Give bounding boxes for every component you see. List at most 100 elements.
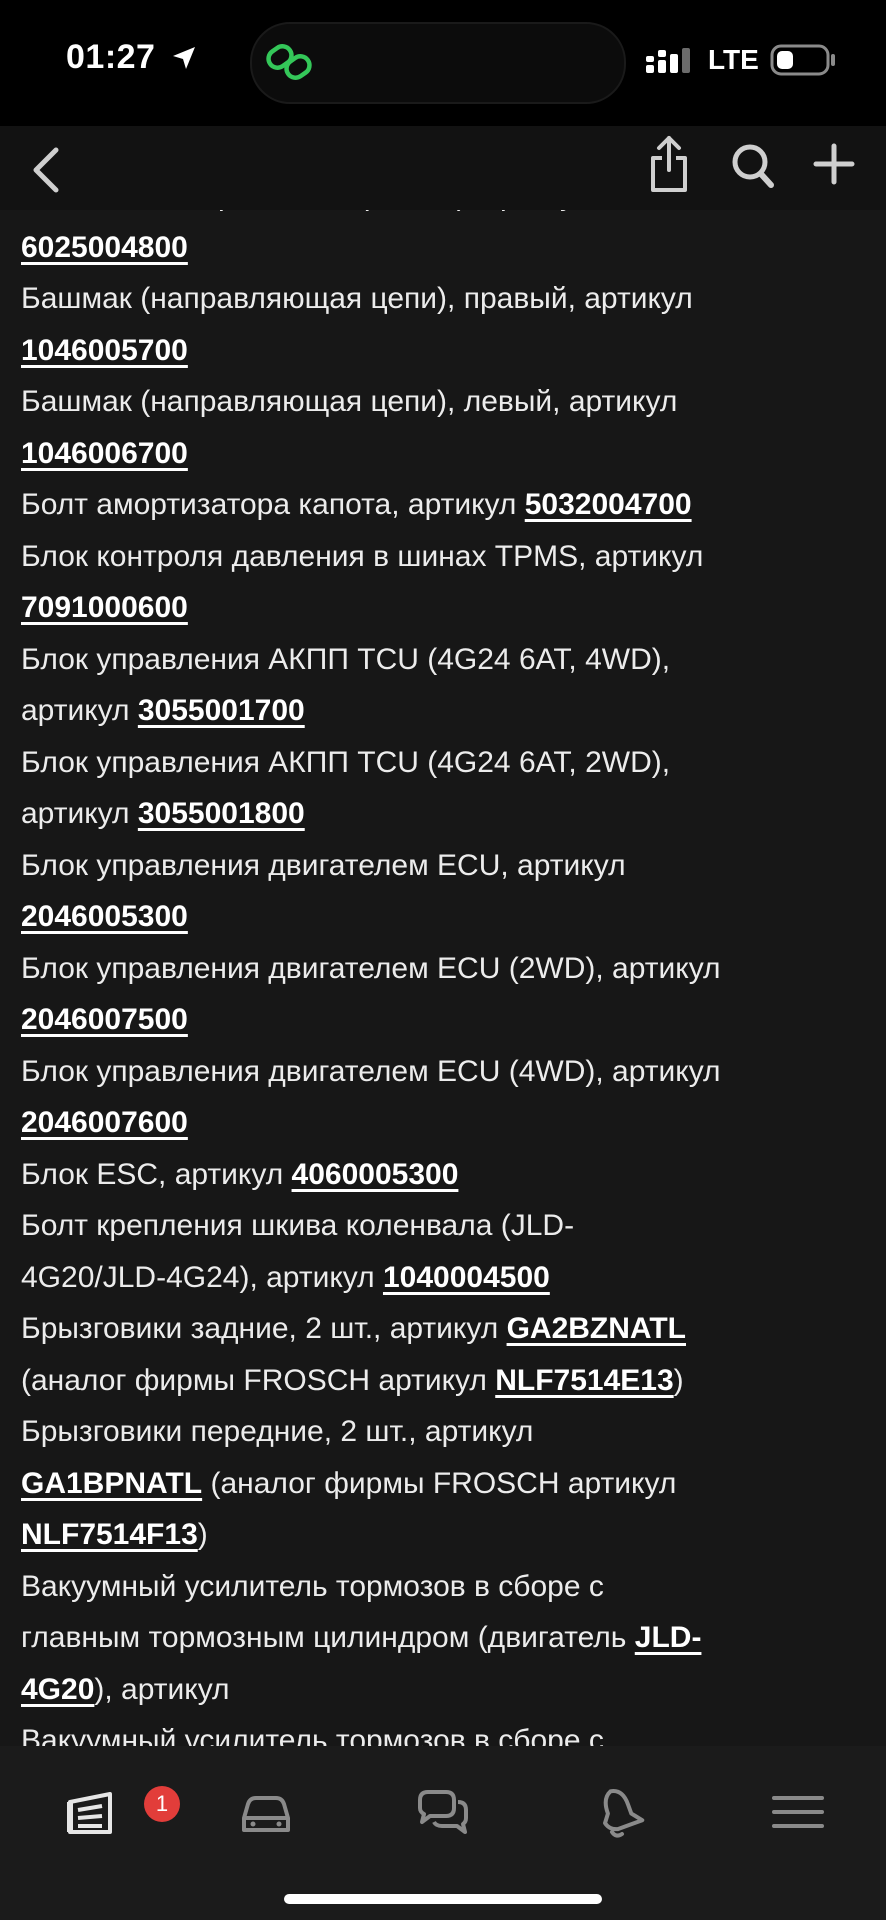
share-icon[interactable] <box>648 134 690 194</box>
text-line: 6025004800 <box>21 222 871 274</box>
text-line: NLF7514F13) <box>21 1509 871 1561</box>
tab-notifications[interactable] <box>568 1770 668 1860</box>
navigation-bar <box>0 126 886 210</box>
part-number-link[interactable]: GA1BPNATL <box>21 1467 202 1500</box>
text-line: артикул 3055001800 <box>21 788 871 840</box>
bell-icon <box>603 1789 645 1838</box>
part-description: Блок ESC, артикул <box>21 1157 292 1191</box>
part-number-link[interactable]: 1046005700 <box>21 334 188 367</box>
part-number-link[interactable]: 4060005300 <box>292 1158 459 1191</box>
text-line: Блок управления двигателем ECU, артикул <box>21 840 871 892</box>
text-line: омывателя, горловина, крышка), артикул <box>21 210 871 222</box>
part-description: ) <box>197 1518 208 1551</box>
link-rings-icon <box>266 44 312 80</box>
part-description: Болт крепления шкива коленвала (JLD- <box>21 1209 575 1242</box>
battery-icon <box>770 44 835 76</box>
part-description: ) <box>673 1363 684 1397</box>
part-description: Башмак (направляющая цепи), правый, арти… <box>21 282 693 315</box>
text-line: Башмак (направляющая цепи), левый, артик… <box>21 376 871 428</box>
part-description: (аналог фирмы FROSCH артикул <box>202 1466 677 1500</box>
text-line: 2046005300 <box>21 891 871 943</box>
text-line: 1046005700 <box>21 325 871 377</box>
part-description: Блок управления двигателем ECU, артикул <box>21 848 626 882</box>
part-number-link[interactable]: 2046007500 <box>21 1003 188 1036</box>
part-description: омывателя, горловина, крышка), артикул <box>21 210 592 212</box>
part-number-link[interactable]: 5032004700 <box>525 488 692 521</box>
cellular-signal-icon <box>646 48 690 73</box>
part-description: Блок управления двигателем ECU (2WD), ар… <box>21 951 721 985</box>
article-content: омывателя, горловина, крышка), артикул 60… <box>0 210 886 1746</box>
text-line: 2046007600 <box>21 1097 871 1149</box>
part-number-link[interactable]: 2046005300 <box>21 900 188 933</box>
text-line: главным тормозным цилиндром (двигатель J… <box>21 1612 871 1664</box>
part-description: ), артикул <box>94 1672 230 1706</box>
text-line: 1046006700 <box>21 428 871 480</box>
text-line: Башмак (направляющая цепи), правый, арти… <box>21 273 871 325</box>
text-line: Блок ESC, артикул 4060005300 <box>21 1149 871 1201</box>
text-line: Блок управления двигателем ECU (2WD), ар… <box>21 943 871 995</box>
part-description: Брызговики задние, 2 шт., артикул <box>21 1312 507 1345</box>
text-line: Блок управления двигателем ECU (4WD), ар… <box>21 1046 871 1098</box>
part-number-link[interactable]: 1040004500 <box>383 1261 550 1294</box>
part-description: Блок управления АКПП TCU (4G24 6AT, 4WD)… <box>21 642 671 676</box>
part-number-link[interactable]: 7091000600 <box>21 591 188 624</box>
text-line: Блок управления АКПП TCU (4G24 6AT, 4WD)… <box>21 634 871 686</box>
add-icon[interactable] <box>812 142 856 186</box>
status-time: 01:27 <box>66 38 156 76</box>
part-description: Вакуумный усилитель тормозов в сборе с <box>21 1724 604 1746</box>
text-line: Вакуумный усилитель тормозов в сборе с <box>21 1561 871 1613</box>
chat-icon <box>418 1790 468 1834</box>
part-number-link[interactable]: JLD- <box>635 1621 702 1654</box>
parts-list: омывателя, горловина, крышка), артикул 60… <box>21 210 871 1746</box>
home-indicator <box>284 1894 602 1904</box>
part-description: Вакуумный усилитель тормозов в сборе с <box>21 1569 604 1603</box>
part-number-link[interactable]: 4G20 <box>21 1673 94 1706</box>
tab-menu[interactable] <box>748 1770 848 1860</box>
text-line: Брызговики задние, 2 шт., артикул GA2BZN… <box>21 1303 871 1355</box>
text-line: Брызговики передние, 2 шт., артикул <box>21 1406 871 1458</box>
part-number-link[interactable]: 6025004800 <box>21 231 188 264</box>
part-number-link[interactable]: 3055001800 <box>138 797 305 830</box>
tab-feed[interactable]: 1 <box>40 1770 180 1860</box>
text-line: 4G20/JLD-4G24), артикул 1040004500 <box>21 1252 871 1304</box>
part-description: Болт амортизатора капота, артикул <box>21 488 525 521</box>
part-description: (аналог фирмы FROSCH артикул <box>21 1363 496 1397</box>
location-arrow-icon <box>173 47 195 69</box>
part-number-link[interactable]: NLF7514F13 <box>21 1518 198 1551</box>
text-line: 4G20), артикул <box>21 1664 871 1716</box>
status-bar: 01:27 LTE <box>0 0 886 126</box>
part-description: Блок контроля давления в шинах TPMS, арт… <box>21 539 704 573</box>
part-description: Брызговики передние, 2 шт., артикул <box>21 1415 534 1448</box>
text-line: 2046007500 <box>21 994 871 1046</box>
text-line: Блок управления АКПП TCU (4G24 6AT, 2WD)… <box>21 737 871 789</box>
part-description: артикул <box>21 797 138 830</box>
text-line: 7091000600 <box>21 582 871 634</box>
text-line: (аналог фирмы FROSCH артикул NLF7514E13) <box>21 1355 871 1407</box>
text-line: Блок контроля давления в шинах TPMS, арт… <box>21 531 871 583</box>
tab-garage[interactable] <box>216 1770 316 1860</box>
notification-badge: 1 <box>144 1786 180 1822</box>
car-icon <box>242 1796 290 1832</box>
text-line: Болт амортизатора капота, артикул 503200… <box>21 479 871 531</box>
back-icon[interactable] <box>26 144 66 196</box>
part-description: Блок управления двигателем ECU (4WD), ар… <box>21 1054 721 1088</box>
part-number-link[interactable]: NLF7514E13 <box>495 1364 673 1397</box>
text-line: GA1BPNATL (аналог фирмы FROSCH артикул <box>21 1458 871 1510</box>
part-number-link[interactable]: GA2BZNATL <box>507 1312 686 1345</box>
text-line: Болт крепления шкива коленвала (JLD- <box>21 1200 871 1252</box>
part-number-link[interactable]: 2046007600 <box>21 1106 188 1139</box>
feed-icon <box>67 1792 112 1834</box>
network-type: LTE <box>708 44 759 75</box>
tab-messages[interactable] <box>392 1770 492 1860</box>
part-description: 4G20/JLD-4G24), артикул <box>21 1260 383 1294</box>
menu-icon <box>772 1796 824 1828</box>
text-line: артикул 3055001700 <box>21 685 871 737</box>
part-number-link[interactable]: 3055001700 <box>138 694 305 727</box>
search-icon[interactable] <box>730 140 776 190</box>
part-description: Башмак (направляющая цепи), левый, артик… <box>21 385 678 418</box>
text-line: Вакуумный усилитель тормозов в сборе с <box>21 1715 871 1746</box>
part-description: Блок управления АКПП TCU (4G24 6AT, 2WD)… <box>21 745 671 779</box>
part-description: главным тормозным цилиндром (двигатель <box>21 1621 635 1654</box>
part-description: артикул <box>21 694 138 727</box>
part-number-link[interactable]: 1046006700 <box>21 437 188 470</box>
